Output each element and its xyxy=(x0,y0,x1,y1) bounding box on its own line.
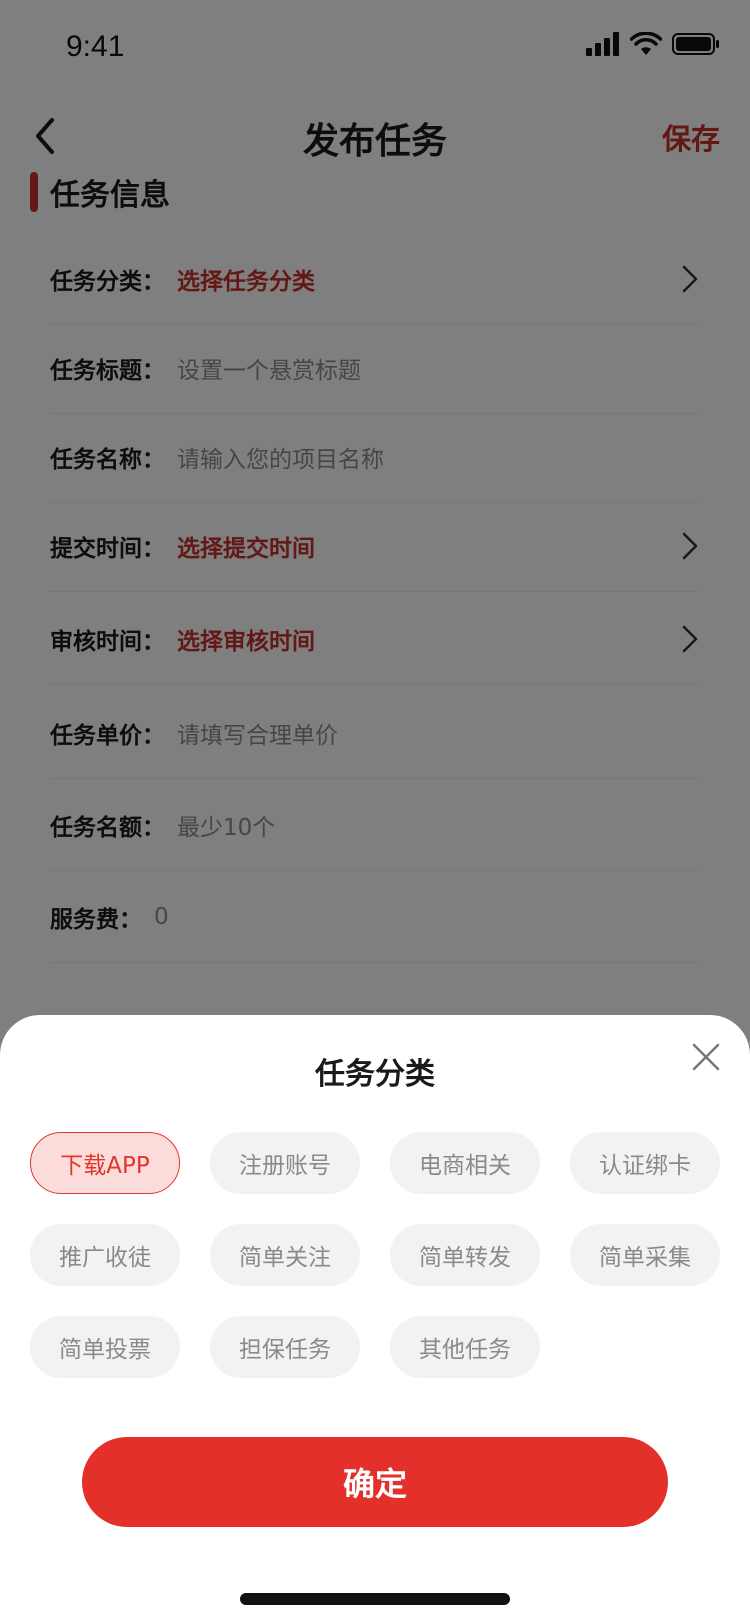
close-icon[interactable] xyxy=(690,1041,722,1073)
sheet-title: 任务分类 xyxy=(315,1057,435,1092)
category-chip-vote[interactable]: 简单投票 xyxy=(30,1316,180,1378)
category-chip-repost[interactable]: 简单转发 xyxy=(390,1224,540,1286)
category-chip-promote[interactable]: 推广收徒 xyxy=(30,1224,180,1286)
category-chip-guarantee[interactable]: 担保任务 xyxy=(210,1316,360,1378)
publish-task-screen: 9:41 发布任务 保存 xyxy=(0,0,750,1624)
category-chip-download-app[interactable]: 下载APP xyxy=(30,1132,180,1194)
category-chip-follow[interactable]: 简单关注 xyxy=(210,1224,360,1286)
home-indicator xyxy=(240,1593,510,1605)
category-chip-register[interactable]: 注册账号 xyxy=(210,1132,360,1194)
category-chip-collect[interactable]: 简单采集 xyxy=(570,1224,720,1286)
category-bottom-sheet: 任务分类 下载APP 注册账号 电商相关 认证绑卡 推广收徒 简单关注 简单转发… xyxy=(0,1015,750,1624)
confirm-button[interactable]: 确定 xyxy=(82,1437,668,1527)
category-chip-verify-card[interactable]: 认证绑卡 xyxy=(570,1132,720,1194)
category-chip-ecommerce[interactable]: 电商相关 xyxy=(390,1132,540,1194)
category-chip-other[interactable]: 其他任务 xyxy=(390,1316,540,1378)
